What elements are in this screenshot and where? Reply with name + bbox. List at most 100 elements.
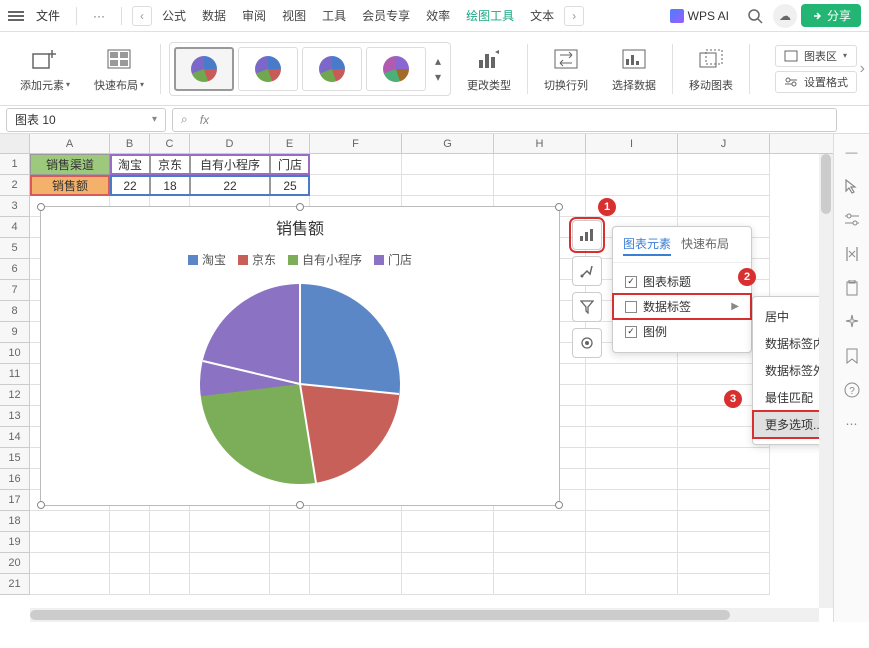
layout-thumb-1[interactable] — [174, 47, 234, 91]
row-header[interactable]: 5 — [0, 238, 30, 259]
resize-handle[interactable] — [555, 203, 563, 211]
search-icon[interactable] — [741, 6, 769, 26]
cell[interactable]: 京东 — [150, 154, 190, 175]
share-button[interactable]: 分享 — [801, 4, 861, 27]
name-box[interactable]: 图表 10 ▾ — [6, 108, 166, 132]
change-type-button[interactable]: 更改类型 — [459, 45, 519, 93]
resize-handle[interactable] — [296, 203, 304, 211]
cell[interactable] — [270, 532, 310, 553]
select-data-button[interactable]: 选择数据 — [604, 45, 664, 93]
legend-item[interactable]: 淘宝 — [188, 251, 226, 268]
vertical-scrollbar[interactable] — [819, 154, 833, 608]
col-I[interactable]: I — [586, 134, 678, 153]
cell[interactable] — [494, 511, 586, 532]
chevron-down-icon[interactable]: ▾ — [152, 114, 157, 125]
row-header[interactable]: 16 — [0, 469, 30, 490]
cell[interactable] — [150, 574, 190, 595]
tab-data[interactable]: 数据 — [194, 7, 234, 24]
cell[interactable] — [402, 154, 494, 175]
legend-item[interactable]: 自有小程序 — [288, 251, 362, 268]
row-header[interactable]: 2 — [0, 175, 30, 196]
row-header[interactable]: 6 — [0, 259, 30, 280]
cell[interactable] — [150, 532, 190, 553]
legend-item[interactable]: 京东 — [238, 251, 276, 268]
cell[interactable] — [190, 532, 270, 553]
cell[interactable] — [586, 469, 678, 490]
cell[interactable] — [586, 553, 678, 574]
checkbox-icon[interactable] — [625, 301, 637, 313]
tab-formula[interactable]: 公式 — [154, 7, 194, 24]
cell[interactable] — [110, 532, 150, 553]
cell[interactable]: 22 — [190, 175, 270, 196]
tab-text[interactable]: 文本 — [522, 7, 562, 24]
cell[interactable] — [310, 511, 402, 532]
cell[interactable] — [678, 532, 770, 553]
resize-handle[interactable] — [37, 203, 45, 211]
popup-item-chart-title[interactable]: ✓ 图表标题 — [613, 269, 751, 294]
clipboard-icon[interactable] — [842, 278, 862, 298]
row-header[interactable]: 1 — [0, 154, 30, 175]
tabs-prev-icon[interactable]: ‹ — [132, 6, 152, 26]
chart-title[interactable]: 销售额 — [41, 215, 559, 239]
row-header[interactable]: 19 — [0, 532, 30, 553]
cell[interactable]: 销售渠道 — [30, 154, 110, 175]
cell[interactable] — [190, 574, 270, 595]
set-format-button[interactable]: 设置格式 — [775, 71, 857, 93]
cell[interactable] — [402, 175, 494, 196]
cell[interactable]: 淘宝 — [110, 154, 150, 175]
cell[interactable] — [402, 532, 494, 553]
tabs-next-icon[interactable]: › — [564, 6, 584, 26]
scrollbar-thumb[interactable] — [821, 154, 831, 214]
popup-tab-elements[interactable]: 图表元素 — [623, 235, 671, 256]
cursor-icon[interactable] — [842, 176, 862, 196]
file-menu[interactable]: 文件 — [28, 7, 68, 24]
cell[interactable] — [678, 490, 770, 511]
cell[interactable] — [110, 511, 150, 532]
add-element-button[interactable]: 添加元素▾ — [12, 45, 78, 93]
cell[interactable] — [110, 574, 150, 595]
cell[interactable] — [586, 511, 678, 532]
cell[interactable] — [494, 553, 586, 574]
tab-drawing[interactable]: 绘图工具 — [458, 7, 522, 24]
row-header[interactable]: 18 — [0, 511, 30, 532]
row-header[interactable]: 15 — [0, 448, 30, 469]
sparkle-icon[interactable] — [842, 312, 862, 332]
resize-handle[interactable] — [296, 501, 304, 509]
move-chart-button[interactable]: 移动图表 — [681, 45, 741, 93]
row-header[interactable]: 4 — [0, 217, 30, 238]
col-G[interactable]: G — [402, 134, 494, 153]
cell[interactable] — [190, 553, 270, 574]
wps-ai-button[interactable]: WPS AI — [662, 9, 737, 23]
col-H[interactable]: H — [494, 134, 586, 153]
cell[interactable] — [310, 553, 402, 574]
chart-elements-tool[interactable] — [572, 220, 602, 250]
cell[interactable] — [586, 154, 678, 175]
row-header[interactable]: 9 — [0, 322, 30, 343]
cell[interactable] — [310, 175, 402, 196]
layout-thumb-3[interactable] — [302, 47, 362, 91]
chart-area-selector[interactable]: 图表区 ▾ — [775, 45, 857, 67]
cell[interactable] — [586, 364, 678, 385]
cell[interactable]: 门店 — [270, 154, 310, 175]
chart-legend[interactable]: 淘宝 京东 自有小程序 门店 — [41, 251, 559, 268]
quick-layout-button[interactable]: 快速布局▾ — [86, 45, 152, 93]
swap-rc-button[interactable]: 切换行列 — [536, 45, 596, 93]
row-header[interactable]: 17 — [0, 490, 30, 511]
select-all-corner[interactable] — [0, 134, 30, 153]
col-C[interactable]: C — [150, 134, 190, 153]
cell[interactable] — [586, 574, 678, 595]
row-header[interactable]: 20 — [0, 553, 30, 574]
cell[interactable] — [678, 553, 770, 574]
col-E[interactable]: E — [270, 134, 310, 153]
cell[interactable] — [678, 448, 770, 469]
more-icon[interactable]: ⋯ — [842, 414, 862, 434]
chart-style-tool[interactable] — [572, 256, 602, 286]
settings-slider-icon[interactable] — [842, 210, 862, 230]
zoom-lens-icon[interactable]: ⌕ — [181, 112, 188, 127]
cell[interactable] — [678, 574, 770, 595]
col-J[interactable]: J — [678, 134, 770, 153]
cell[interactable] — [586, 532, 678, 553]
row-header[interactable]: 8 — [0, 301, 30, 322]
cell[interactable]: 25 — [270, 175, 310, 196]
popup-item-data-labels[interactable]: 数据标签 ▶ — [613, 294, 751, 319]
